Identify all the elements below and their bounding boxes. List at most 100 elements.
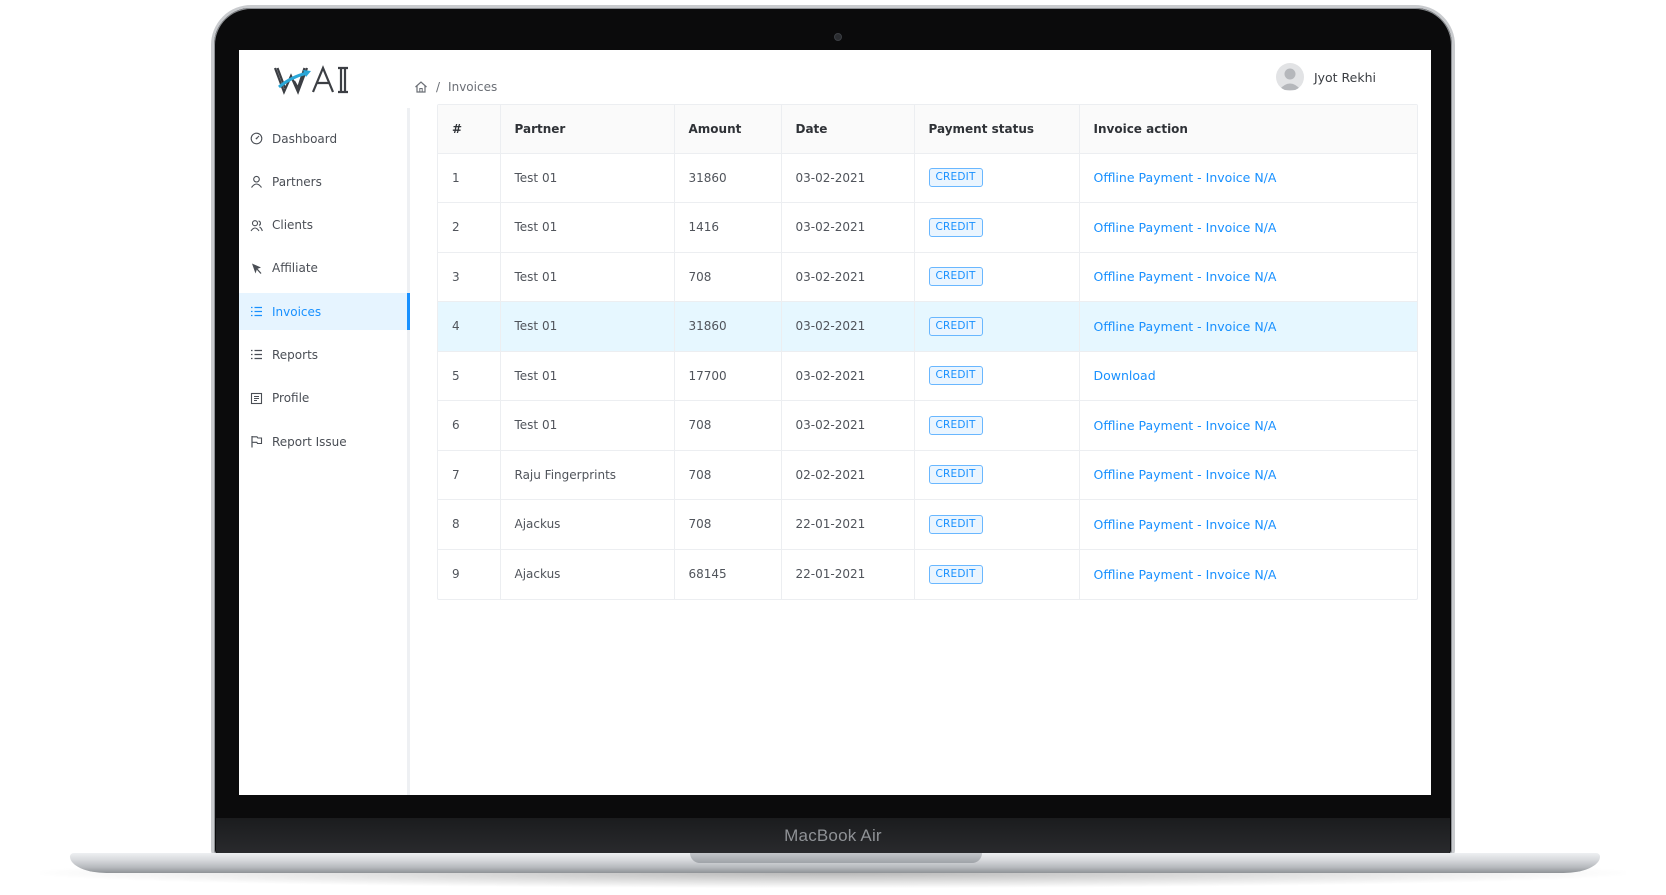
offline-payment-link[interactable]: Offline Payment - Invoice N/A: [1094, 517, 1277, 532]
sidebar-item-label: Partners: [272, 174, 322, 189]
wai-logo[interactable]: [273, 64, 355, 96]
column-header-date: Date: [781, 105, 915, 154]
table-row[interactable]: 4 Test 01 31860 03-02-2021 CREDIT Offline Pay…: [438, 301, 1417, 352]
offline-payment-link[interactable]: Offline Payment - Invoice N/A: [1094, 220, 1277, 235]
status-badge: CREDIT: [928, 267, 983, 287]
laptop-hinge-notch: [690, 853, 982, 863]
offline-payment-link[interactable]: Offline Payment - Invoice N/A: [1094, 467, 1277, 482]
cell-partner: Test 01: [500, 202, 675, 253]
offline-payment-link[interactable]: Offline Payment - Invoice N/A: [1094, 319, 1277, 334]
cell-payment-status: CREDIT: [914, 153, 1080, 203]
sidebar-item-clients[interactable]: Clients: [239, 207, 407, 244]
cell-number: 8: [438, 499, 501, 550]
user-menu[interactable]: Jyot Rekhi: [1275, 63, 1376, 91]
cell-partner: Test 01: [500, 351, 675, 401]
cell-invoice-action: Offline Payment - Invoice N/A: [1079, 202, 1417, 253]
webcam: [834, 33, 842, 41]
status-badge: CREDIT: [928, 415, 983, 435]
breadcrumb: / Invoices: [414, 80, 497, 94]
cell-invoice-action: Download: [1079, 351, 1417, 401]
cell-amount: 31860: [674, 301, 782, 352]
sidebar-item-label: Reports: [272, 347, 319, 362]
list-icon: [251, 350, 262, 360]
sidebar-item-report-issue[interactable]: Report Issue: [239, 423, 407, 460]
offline-payment-link[interactable]: Offline Payment - Invoice N/A: [1094, 269, 1277, 284]
column-header-payment-status: Payment status: [914, 105, 1080, 154]
cell-partner: Ajackus: [500, 499, 675, 550]
cell-number: 3: [438, 252, 501, 302]
pointer-icon: [252, 263, 262, 274]
home-icon[interactable]: [414, 80, 428, 94]
sidebar-item-label: Invoices: [272, 304, 322, 319]
cell-invoice-action: Offline Payment - Invoice N/A: [1079, 301, 1417, 352]
sidebar-item-affiliate[interactable]: Affiliate: [239, 250, 407, 287]
status-badge: CREDIT: [928, 465, 983, 485]
column-header-invoice-action: Invoice action: [1079, 105, 1417, 154]
table-body: 1 Test 01 31860 03-02-2021 CREDIT Offline Pay…: [438, 153, 1417, 599]
cell-partner: Ajackus: [500, 549, 675, 599]
cell-partner: Test 01: [500, 153, 675, 203]
cell-partner: Test 01: [500, 301, 675, 352]
offline-payment-link[interactable]: Offline Payment - Invoice N/A: [1094, 170, 1277, 185]
table-row[interactable]: 2 Test 01 1416 03-02-2021 CREDIT Offline Paym…: [438, 202, 1417, 253]
app-screen: / Invoices Jyot Rekhi Dashboard Partners…: [239, 50, 1431, 795]
sidebar-item-reports[interactable]: Reports: [239, 336, 407, 373]
avatar[interactable]: [1275, 63, 1304, 91]
sidebar-item-label: Affiliate: [272, 261, 318, 276]
flag-icon: [251, 436, 263, 448]
download-invoice-link[interactable]: Download: [1094, 368, 1156, 383]
cell-amount: 1416: [674, 202, 782, 253]
sidebar-item-invoices[interactable]: Invoices: [239, 293, 410, 331]
sidebar-item-partners[interactable]: Partners: [239, 163, 407, 200]
dashboard-icon: [250, 132, 263, 145]
cell-date: 03-02-2021: [781, 252, 915, 302]
cell-number: 6: [438, 400, 501, 451]
user-name: Jyot Rekhi: [1313, 69, 1376, 85]
cell-number: 9: [438, 549, 501, 599]
status-badge: CREDIT: [928, 168, 983, 188]
invoices-table-container: # Partner Amount Date Payment status Inv…: [437, 104, 1418, 600]
user-avatar-icon: [1278, 68, 1301, 90]
offline-payment-link[interactable]: Offline Payment - Invoice N/A: [1094, 418, 1277, 433]
table-row[interactable]: 1 Test 01 31860 03-02-2021 CREDIT Offline Pay…: [438, 153, 1417, 203]
cell-invoice-action: Offline Payment - Invoice N/A: [1079, 252, 1417, 302]
cell-payment-status: CREDIT: [914, 499, 1080, 550]
cell-payment-status: CREDIT: [914, 252, 1080, 302]
breadcrumb-current: Invoices: [448, 80, 498, 94]
cell-partner: Raju Fingerprints: [500, 450, 675, 500]
cell-payment-status: CREDIT: [914, 400, 1080, 451]
cell-partner: Test 01: [500, 400, 675, 451]
cell-amount: 708: [674, 499, 782, 550]
column-header-amount: Amount: [674, 105, 782, 154]
cell-amount: 31860: [674, 153, 782, 203]
cell-date: 03-02-2021: [781, 301, 915, 352]
device-model-label: MacBook Air: [784, 826, 882, 845]
sidebar-nav: Dashboard Partners Clients Affiliate Inv…: [239, 108, 410, 460]
offline-payment-link[interactable]: Offline Payment - Invoice N/A: [1094, 567, 1277, 582]
sidebar-item-dashboard[interactable]: Dashboard: [239, 120, 407, 157]
list-icon: [251, 307, 262, 317]
profile-card-icon: [250, 392, 263, 404]
cell-amount: 708: [674, 450, 782, 500]
table-row[interactable]: 9 Ajackus 68145 22-01-2021 CREDIT Offline Pay…: [438, 549, 1417, 599]
table-row[interactable]: 8 Ajackus 708 22-01-2021 CREDIT Offline Payme…: [438, 499, 1417, 550]
table-row[interactable]: 3 Test 01 708 03-02-2021 CREDIT Offline Payme…: [438, 252, 1417, 302]
cell-invoice-action: Offline Payment - Invoice N/A: [1079, 153, 1417, 203]
sidebar-item-profile[interactable]: Profile: [239, 380, 407, 417]
cell-invoice-action: Offline Payment - Invoice N/A: [1079, 450, 1417, 500]
table-row[interactable]: 6 Test 01 708 03-02-2021 CREDIT Offline Payme…: [438, 400, 1417, 451]
breadcrumb-separator: /: [436, 80, 441, 94]
sidebar: Dashboard Partners Clients Affiliate Inv…: [239, 108, 410, 795]
cell-amount: 708: [674, 400, 782, 451]
cell-date: 22-01-2021: [781, 549, 915, 599]
cell-number: 1: [438, 153, 501, 203]
status-badge: CREDIT: [928, 366, 983, 386]
cell-invoice-action: Offline Payment - Invoice N/A: [1079, 549, 1417, 599]
status-badge: CREDIT: [928, 564, 983, 584]
table-row[interactable]: 5 Test 01 17700 03-02-2021 CREDIT Download: [438, 351, 1417, 401]
cell-amount: 17700: [674, 351, 782, 401]
table-row[interactable]: 7 Raju Fingerprints 708 02-02-2021 CREDIT Off…: [438, 450, 1417, 500]
sidebar-item-label: Report Issue: [272, 434, 347, 449]
cell-payment-status: CREDIT: [914, 202, 1080, 253]
cell-date: 03-02-2021: [781, 400, 915, 451]
